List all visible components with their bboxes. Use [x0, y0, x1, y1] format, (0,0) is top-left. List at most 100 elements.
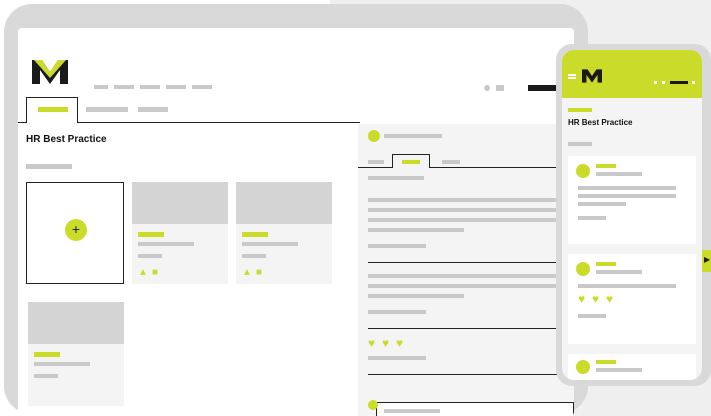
- card-meta: [34, 374, 58, 378]
- text-line: [368, 274, 568, 278]
- card-tag: [596, 164, 616, 168]
- text-line: [368, 294, 464, 298]
- section-divider: [368, 374, 574, 375]
- card-tag: [34, 352, 60, 357]
- card-tag: [138, 232, 164, 237]
- expand-handle[interactable]: ▶: [702, 250, 711, 272]
- heart-icon[interactable]: ♥: [368, 337, 379, 349]
- status-dot: [654, 81, 657, 84]
- m-logo-icon[interactable]: [582, 68, 602, 84]
- nav-item-5[interactable]: [192, 85, 212, 89]
- card-title: [34, 362, 90, 366]
- text-line: [368, 228, 464, 232]
- add-card[interactable]: +: [26, 182, 124, 284]
- detail-tab-active-label: [402, 160, 420, 164]
- avatar: [576, 262, 590, 276]
- detail-tab-3[interactable]: [442, 160, 460, 164]
- text-meta: [578, 314, 606, 318]
- thumbs-up-icon[interactable]: ▲: [138, 268, 148, 278]
- tab-divider-left: [18, 122, 26, 123]
- user-menu-bar[interactable]: [670, 81, 688, 84]
- heart-icon[interactable]: ♥: [592, 293, 603, 305]
- mobile-card[interactable]: [568, 156, 696, 244]
- detail-tab-1[interactable]: [368, 160, 384, 164]
- text-line: [368, 284, 568, 288]
- text-meta: [368, 244, 426, 248]
- card-author: [596, 172, 642, 176]
- plus-icon[interactable]: +: [65, 219, 87, 241]
- content-card[interactable]: [28, 302, 124, 406]
- avatar: [368, 130, 380, 142]
- mobile-tab-active[interactable]: [568, 108, 592, 112]
- tab-2[interactable]: [86, 107, 128, 112]
- page-title: HR Best Practice: [26, 134, 107, 145]
- tablet-screen: HR Best Practice + ▲ ■ ▲ ■ ♥ ♥ ♥: [18, 28, 574, 416]
- m-logo-icon[interactable]: [32, 58, 68, 86]
- card-title: [242, 242, 298, 246]
- thumbs-up-icon[interactable]: ▲: [242, 268, 252, 278]
- text-line: [578, 202, 626, 206]
- card-title: [138, 242, 194, 246]
- section-divider: [368, 262, 574, 263]
- section-divider: [368, 328, 574, 329]
- avatar: [368, 400, 378, 410]
- card-author: [596, 270, 642, 274]
- tab-active-label: [38, 107, 68, 112]
- card-tag: [242, 232, 268, 237]
- status-dot: [692, 81, 695, 84]
- detail-tab-divider: [430, 167, 574, 168]
- card-tag: [596, 262, 616, 266]
- tab-3[interactable]: [138, 107, 168, 112]
- status-dot: [662, 81, 665, 84]
- heart-icon[interactable]: ♥: [382, 337, 393, 349]
- tab-divider: [78, 122, 360, 123]
- nav-item-1[interactable]: [94, 85, 108, 89]
- hamburger-icon[interactable]: [568, 74, 576, 76]
- card-image: [28, 302, 124, 344]
- nav-item-2[interactable]: [114, 85, 134, 89]
- avatar: [576, 360, 590, 374]
- comment-icon[interactable]: ■: [256, 268, 262, 278]
- card-tag: [596, 360, 616, 364]
- text-meta: [368, 356, 426, 360]
- heart-icon[interactable]: ♥: [606, 293, 617, 305]
- mobile-page-title: HR Best Practice: [568, 118, 633, 127]
- phone-frame: HR Best Practice ♥ ♥ ♥ ▶: [556, 44, 711, 386]
- avatar: [576, 164, 590, 178]
- content-card[interactable]: ▲ ■: [236, 182, 332, 284]
- text-line: [368, 208, 568, 212]
- tablet-frame: HR Best Practice + ▲ ■ ▲ ■ ♥ ♥ ♥: [4, 4, 588, 416]
- mobile-card[interactable]: ♥ ♥ ♥: [568, 254, 696, 344]
- scene: HR Best Practice + ▲ ■ ▲ ■ ♥ ♥ ♥ HR Best…: [0, 0, 711, 416]
- detail-panel: ♥ ♥ ♥: [358, 124, 574, 416]
- content-card[interactable]: ▲ ■: [132, 182, 228, 284]
- text-line: [578, 194, 676, 198]
- mobile-section-label: [568, 142, 592, 146]
- phone-screen: HR Best Practice ♥ ♥ ♥: [562, 50, 702, 380]
- detail-tab-divider-left: [358, 167, 392, 168]
- card-image: [132, 182, 228, 224]
- nav-item-3[interactable]: [140, 85, 160, 89]
- text-line: [368, 198, 568, 202]
- detail-heading: [368, 176, 424, 180]
- author-name: [384, 134, 442, 138]
- mobile-card[interactable]: [568, 354, 696, 380]
- text-meta: [368, 310, 426, 314]
- section-label: [26, 164, 72, 169]
- text-meta: [578, 216, 606, 220]
- notification-icon[interactable]: [484, 85, 490, 91]
- card-image: [236, 182, 332, 224]
- nav-item-4[interactable]: [166, 85, 186, 89]
- chevron-right-icon: ▶: [704, 255, 711, 264]
- heart-icon[interactable]: ♥: [396, 337, 407, 349]
- comment-icon[interactable]: ■: [152, 268, 158, 278]
- card-meta: [138, 254, 162, 258]
- text-line: [578, 186, 676, 190]
- text-line: [368, 218, 568, 222]
- comment-placeholder: [384, 409, 440, 413]
- text-line: [578, 284, 676, 288]
- heart-icon[interactable]: ♥: [578, 293, 589, 305]
- profile-icon[interactable]: [496, 85, 504, 91]
- phone-header: [562, 50, 702, 98]
- card-meta: [242, 254, 266, 258]
